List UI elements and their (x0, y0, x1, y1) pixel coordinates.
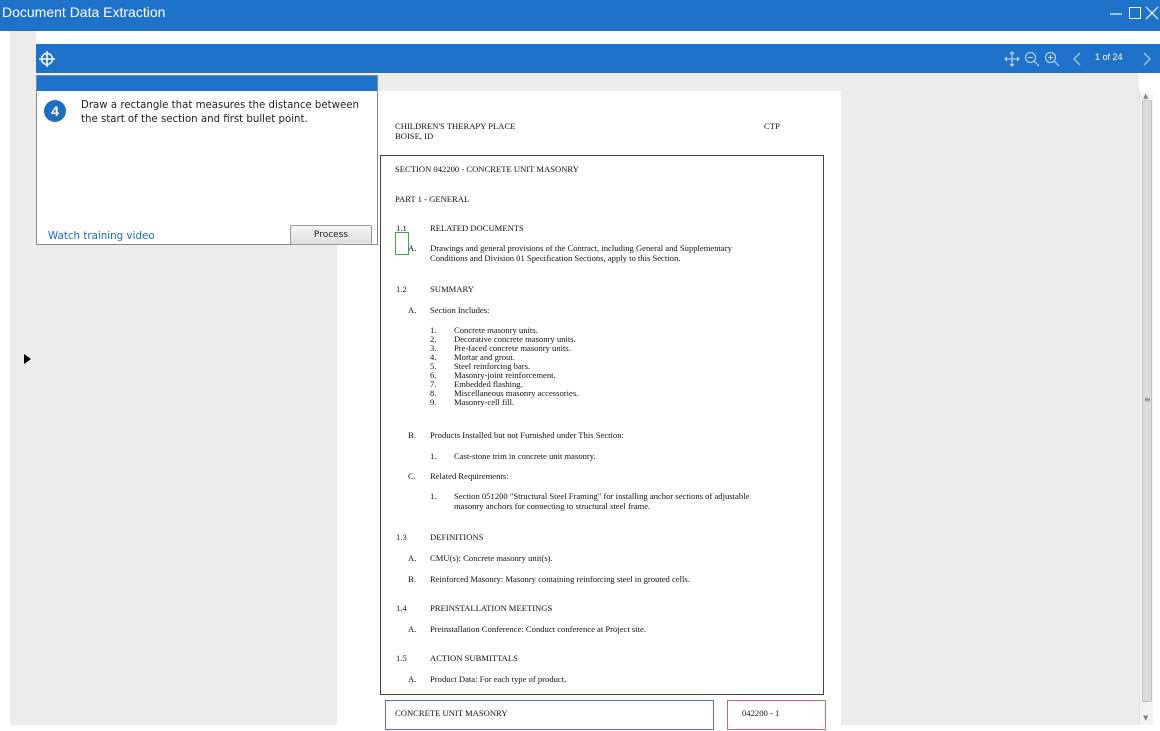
paragraph-label: C. (408, 471, 416, 481)
scroll-down-icon[interactable]: ▼ (1143, 714, 1148, 722)
list-item-text: Cast-stone trim in concrete unit masonry… (454, 451, 596, 461)
paragraph-label: A. (408, 305, 417, 315)
article-number: 1.2 (396, 284, 407, 294)
paragraph-label: B. (408, 574, 416, 584)
article-title: ACTION SUBMITTALS (430, 653, 518, 663)
instruction-panel-header (37, 76, 377, 91)
paragraph-label: A. (408, 243, 417, 253)
target-icon[interactable] (38, 50, 56, 68)
window-title: Document Data Extraction (2, 4, 166, 20)
drawn-selection-rectangle[interactable] (395, 232, 409, 255)
window-left-border (0, 31, 10, 725)
paragraph-text: Conditions and Division 01 Specification… (430, 253, 681, 263)
doc-header-location: BOISE, ID (395, 131, 434, 141)
doc-header-code: CTP (764, 121, 780, 131)
paragraph-text: Product Data: For each type of product. (430, 674, 567, 684)
collapsed-left-panel (10, 31, 36, 725)
chevron-left-icon[interactable] (1069, 50, 1087, 68)
article-number: 1.5 (396, 653, 407, 663)
part-title: PART 1 - GENERAL (395, 194, 470, 204)
footer-page-number: 042200 - 1 (742, 708, 780, 718)
paragraph-text: Preinstallation Conference: Conduct conf… (430, 624, 646, 634)
paragraph-label: B. (408, 430, 416, 440)
article-title: RELATED DOCUMENTS (430, 223, 524, 233)
article-title: SUMMARY (430, 284, 474, 294)
zoom-in-icon[interactable] (1043, 50, 1061, 68)
zoom-out-icon[interactable] (1023, 50, 1041, 68)
close-icon[interactable] (1144, 4, 1160, 22)
paragraph-text: Related Requirements: (430, 471, 509, 481)
instruction-text: Draw a rectangle that measures the dista… (81, 100, 359, 125)
maximize-icon[interactable] (1127, 4, 1143, 22)
paragraph-label: A. (408, 553, 417, 563)
paragraph-label: A. (408, 624, 417, 634)
step-number-badge: 4 (44, 100, 66, 122)
doc-header-project: CHILDREN'S THERAPY PLACE (395, 121, 516, 131)
page-indicator: 1 of 24 (1095, 52, 1123, 62)
paragraph-text: Products Installed but not Furnished und… (430, 430, 624, 440)
pan-icon[interactable] (1003, 50, 1021, 68)
paragraph-text: Drawings and general provisions of the C… (430, 243, 732, 253)
list-item-number: 9. (430, 397, 437, 407)
list-item-text: Masonry-cell fill. (454, 397, 515, 407)
paragraph-text: CMU(s): Concrete masonry unit(s). (430, 553, 553, 563)
viewer-toolbar (36, 44, 1160, 73)
footer-title: CONCRETE UNIT MASONRY (395, 708, 508, 718)
article-title: DEFINITIONS (430, 532, 484, 542)
expand-panel-arrow-icon[interactable] (24, 354, 31, 364)
scroll-grip-icon: ≡ (1144, 395, 1151, 404)
list-item-number: 1. (430, 491, 437, 501)
section-frame (380, 155, 824, 695)
minimize-icon[interactable] (1108, 4, 1124, 22)
paragraph-text: Section Includes: (430, 305, 490, 315)
list-item-text: masonry anchors for connecting to struct… (454, 501, 651, 511)
window-title-bar: Document Data Extraction (0, 0, 1160, 31)
instruction-panel: 4 Draw a rectangle that measures the dis… (36, 75, 378, 245)
article-number: 1.4 (396, 603, 407, 613)
article-title: PREINSTALLATION MEETINGS (430, 603, 553, 613)
article-number: 1.3 (396, 532, 407, 542)
list-item-text: Section 051200 "Structural Steel Framing… (454, 491, 750, 501)
paragraph-label: A. (408, 674, 417, 684)
paragraph-text: Reinforced Masonry: Masonry containing r… (430, 574, 690, 584)
chevron-right-icon[interactable] (1138, 50, 1156, 68)
list-item-number: 1. (430, 451, 437, 461)
process-button[interactable]: Process (290, 225, 372, 245)
scroll-up-icon[interactable]: ▲ (1143, 92, 1148, 100)
watch-training-video-link[interactable]: Watch training video (48, 230, 155, 242)
vertical-scrollbar[interactable]: ▲ ≡ ▼ (1139, 92, 1153, 725)
section-title: SECTION 042200 - CONCRETE UNIT MASONRY (395, 164, 579, 174)
